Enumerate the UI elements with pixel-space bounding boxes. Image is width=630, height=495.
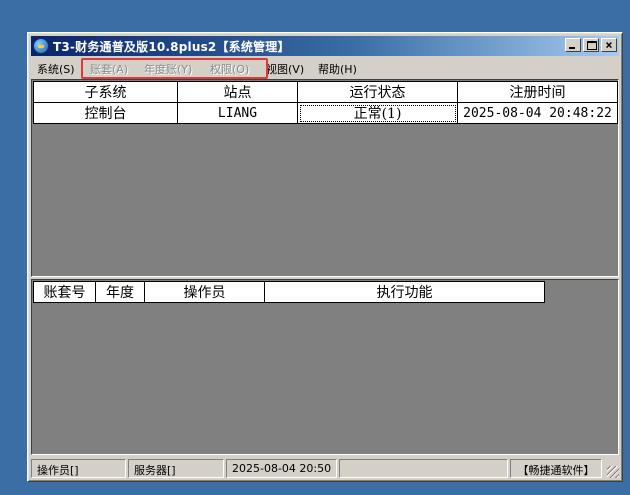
column-header-status[interactable]: 运行状态 — [297, 81, 458, 103]
column-header-register-time[interactable]: 注册时间 — [457, 81, 618, 103]
close-button[interactable]: × — [601, 38, 617, 52]
status-operator: 操作员[] — [31, 459, 126, 478]
window-controls: × — [563, 38, 617, 52]
title-bar[interactable]: T3-财务通普及版10.8plus2【系统管理】 × — [31, 36, 619, 56]
cell-status[interactable]: 正常(1) — [297, 102, 458, 124]
column-header-account-no[interactable]: 账套号 — [33, 281, 96, 303]
status-datetime: 2025-08-04 20:50 — [226, 459, 337, 478]
status-empty — [339, 459, 508, 478]
table-header-row: 账套号 年度 操作员 执行功能 — [33, 281, 545, 303]
resize-grip-icon[interactable] — [607, 466, 619, 478]
cell-subsystem[interactable]: 控制台 — [33, 102, 178, 124]
menu-system[interactable]: 系统(S) — [37, 61, 75, 77]
column-header-subsystem[interactable]: 子系统 — [33, 81, 178, 103]
window-title: T3-财务通普及版10.8plus2【系统管理】 — [53, 39, 290, 54]
minimize-button[interactable] — [565, 38, 581, 52]
status-bar: 操作员[] 服务器[] 2025-08-04 20:50 【畅捷通软件】 — [31, 457, 619, 478]
column-header-site[interactable]: 站点 — [177, 81, 298, 103]
menu-help[interactable]: 帮助(H) — [318, 61, 357, 77]
column-header-function[interactable]: 执行功能 — [264, 281, 545, 303]
status-server: 服务器[] — [128, 459, 224, 478]
subsystem-table: 子系统 站点 运行状态 注册时间 控制台 LIANG 正常(1) 2025-08… — [33, 81, 618, 124]
table-header-row: 子系统 站点 运行状态 注册时间 — [33, 81, 618, 103]
subsystem-pane[interactable]: 子系统 站点 运行状态 注册时间 控制台 LIANG 正常(1) 2025-08… — [31, 79, 619, 277]
status-brand: 【畅捷通软件】 — [510, 459, 602, 478]
column-header-year[interactable]: 年度 — [95, 281, 145, 303]
column-header-operator[interactable]: 操作员 — [144, 281, 265, 303]
app-icon[interactable] — [33, 38, 49, 54]
cell-site[interactable]: LIANG — [177, 102, 298, 124]
menu-highlight-box — [81, 58, 268, 79]
menu-bar: 系统(S) 账套(A) 年度账(Y) 权限(O) 视图(V) 帮助(H) — [31, 58, 619, 79]
table-row[interactable]: 控制台 LIANG 正常(1) 2025-08-04 20:48:22 — [33, 102, 618, 124]
tasks-pane[interactable]: 账套号 年度 操作员 执行功能 — [31, 279, 619, 455]
maximize-button[interactable] — [583, 38, 599, 52]
menu-view[interactable]: 视图(V) — [266, 61, 304, 77]
app-window: T3-财务通普及版10.8plus2【系统管理】 × 系统(S) 账套(A) 年… — [27, 32, 623, 482]
tasks-table: 账套号 年度 操作员 执行功能 — [33, 281, 545, 303]
cell-register-time[interactable]: 2025-08-04 20:48:22 — [457, 102, 618, 124]
